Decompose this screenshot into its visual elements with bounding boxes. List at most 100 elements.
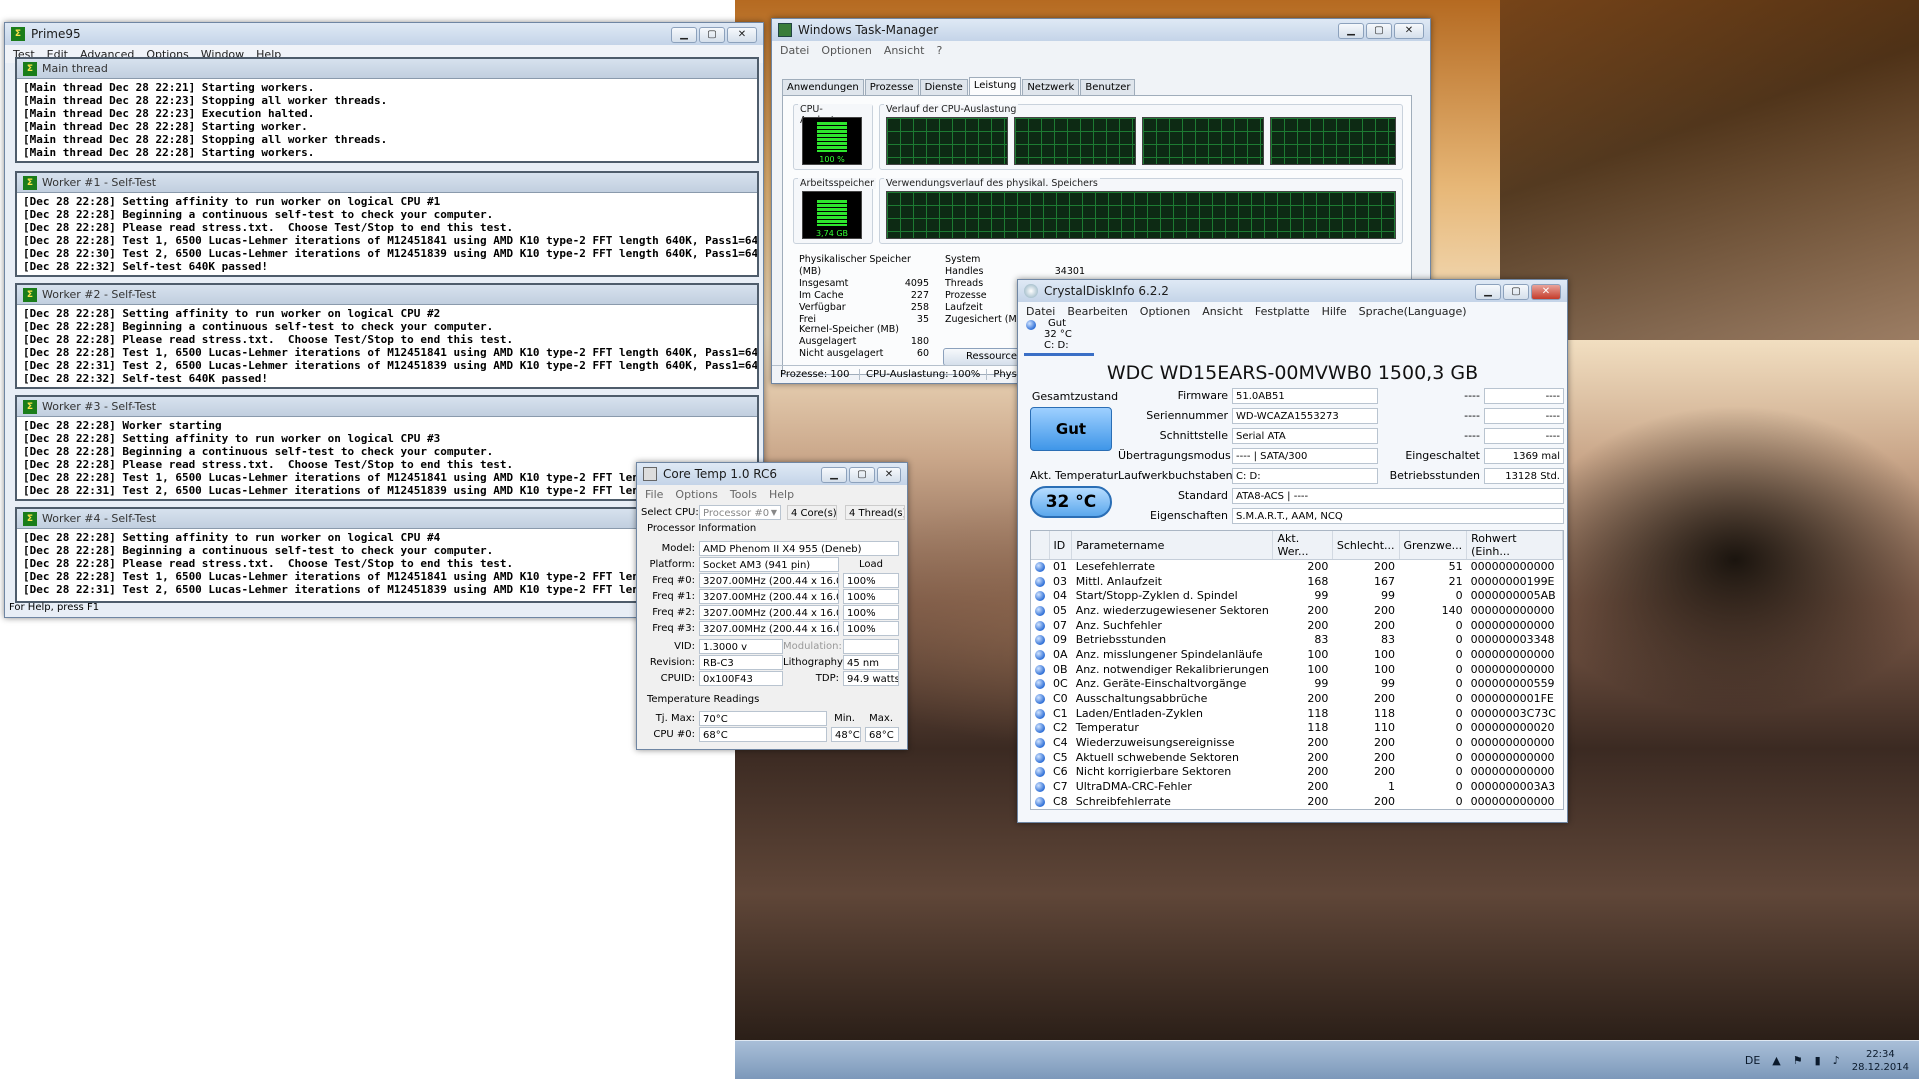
smart-status-cell (1031, 736, 1049, 751)
smart-row[interactable]: 0B Anz. notwendiger Rekalibrierungen 100 10… (1031, 662, 1563, 677)
task-manager-app-icon (778, 23, 792, 37)
processor-select[interactable]: Processor #0 ▼ (699, 505, 781, 520)
menu-item-optionen[interactable]: Optionen (1140, 305, 1190, 318)
menu-item-tools[interactable]: Tools (730, 488, 757, 501)
cpu-core-3-graph (1270, 117, 1396, 165)
smart-row[interactable]: C8 Schreibfehlerrate 200 200 0 000000000000 (1031, 795, 1563, 810)
close-button[interactable]: ✕ (877, 467, 901, 483)
smart-cell: Temperatur (1075, 721, 1139, 735)
smart-row[interactable]: 09 Betriebsstunden 83 83 0 000000003348 (1031, 633, 1563, 648)
smart-row[interactable]: 03 Mittl. Anlaufzeit 168 167 21 00000000199E (1031, 574, 1563, 589)
smart-row[interactable]: 0A Anz. misslungener Spindelanläufe 100 100… (1031, 648, 1563, 663)
smart-column-header[interactable]: Akt. Wer... (1272, 531, 1333, 560)
prime95-app-icon: Σ (23, 287, 37, 302)
smart-row[interactable]: 05 Anz. wiederzugewiesener Sektoren 200 200… (1031, 604, 1563, 619)
worker-pane-header[interactable]: Σ Worker #1 - Self-Test (17, 173, 757, 193)
menu-item-optionen[interactable]: Optionen (821, 44, 871, 57)
smart-column-header[interactable]: ID (1049, 531, 1073, 560)
physical-memory-stats: Physikalischer Speicher (MB) Insgesamt 409… (799, 254, 929, 326)
smart-column-header[interactable]: Schlecht... (1332, 531, 1400, 560)
action-center-flag-icon[interactable]: ⚑ (1793, 1054, 1803, 1067)
menu-item-hilfe[interactable]: Hilfe (1322, 305, 1347, 318)
menu-item-ansicht[interactable]: Ansicht (1202, 305, 1243, 318)
menu-item-ansicht[interactable]: Ansicht (884, 44, 925, 57)
smart-row[interactable]: C6 Nicht korrigierbare Sektoren 200 200 0 000… (1031, 765, 1563, 780)
smart-row[interactable]: C0 Ausschaltungsabbrüche 200 200 0 0000000001… (1031, 692, 1563, 707)
smart-cell: 200 (1374, 750, 1395, 764)
smart-column-header[interactable]: Grenzwe... (1399, 531, 1468, 560)
stats-heading: Kernel-Speicher (MB) (799, 324, 899, 335)
close-button[interactable]: ✕ (1531, 284, 1561, 300)
disk-info-label: Eigenschaften (1150, 509, 1228, 522)
status-dot-icon (1035, 664, 1045, 675)
menu-item-file[interactable]: File (645, 488, 663, 501)
status-dot-icon (1035, 562, 1045, 573)
prime95-titlebar[interactable]: Σ Prime95 ▁ ▢ ✕ (5, 23, 763, 45)
minimize-button[interactable]: ▁ (821, 467, 847, 483)
menu-item-datei[interactable]: Datei (780, 44, 809, 57)
menu-item-bearbeiten[interactable]: Bearbeiten (1067, 305, 1127, 318)
smart-cell: 200 (1307, 692, 1329, 706)
close-button[interactable]: ✕ (1394, 23, 1424, 39)
menu-item-datei[interactable]: Datei (1026, 305, 1055, 318)
smart-row[interactable]: C5 Aktuell schwebende Sektoren 200 200 0 0000… (1031, 750, 1563, 765)
smart-row[interactable]: C2 Temperatur 118 110 0 000000000020 (1031, 721, 1563, 736)
maximize-button[interactable]: ▢ (1366, 23, 1392, 39)
smart-cell: 200 (1307, 560, 1329, 574)
cpu-field-value: 3207.00MHz (200.44 x 16.0) (699, 605, 839, 620)
menu-item-help[interactable]: Help (769, 488, 794, 501)
disk-selector[interactable]: Gut 32 °C C: D: (1024, 318, 1094, 356)
show-hidden-icons-icon[interactable]: ▲ (1772, 1054, 1780, 1067)
smart-cell: 0 (1455, 692, 1463, 706)
minimize-button[interactable]: ▁ (1475, 284, 1501, 300)
smart-status-cell (1031, 589, 1049, 604)
core-temp-titlebar[interactable]: Core Temp 1.0 RC6 ▁ ▢ ✕ (637, 463, 907, 485)
worker-pane-header[interactable]: Σ Worker #2 - Self-Test (17, 285, 757, 305)
crystaldiskinfo-title: CrystalDiskInfo 6.2.2 (1044, 284, 1169, 298)
smart-row[interactable]: C4 Wiederzuweisungsereignisse 200 200 0 00000… (1031, 736, 1563, 751)
menu-item-options[interactable]: Options (675, 488, 717, 501)
threads-count: 4 Thread(s) (845, 505, 905, 520)
smart-cell: Betriebsstunden (1075, 633, 1167, 647)
network-icon[interactable]: ▮ (1815, 1054, 1821, 1067)
maximize-button[interactable]: ▢ (1503, 284, 1529, 300)
smart-cell: 000000000559 (1470, 677, 1555, 691)
smart-row[interactable]: C7 UltraDMA-CRC-Fehler 200 1 0 0000000003A3 (1031, 780, 1563, 795)
close-button[interactable]: ✕ (727, 27, 757, 43)
smart-row[interactable]: 04 Start/Stopp-Zyklen d. Spindel 99 99 0 0000… (1031, 589, 1563, 604)
crystaldiskinfo-titlebar[interactable]: CrystalDiskInfo 6.2.2 ▁ ▢ ✕ (1018, 280, 1567, 302)
cpu0-temp-value: 68°C (699, 727, 827, 742)
health-status-button[interactable]: Gut (1030, 407, 1112, 451)
smart-row[interactable]: C1 Laden/Entladen-Zyklen 118 118 0 00000003C7… (1031, 706, 1563, 721)
smart-status-cell (1031, 706, 1049, 721)
worker-pane-header[interactable]: Σ Worker #3 - Self-Test (17, 397, 757, 417)
smart-cell: 000000000000 (1470, 603, 1555, 617)
stats-label: Handles (945, 266, 984, 277)
menu-item-festplatte[interactable]: Festplatte (1255, 305, 1310, 318)
cpu-field-label: Lithography: (783, 657, 846, 668)
smart-row[interactable]: 01 Lesefehlerrate 200 200 51 000000000000 (1031, 560, 1563, 575)
smart-cell: 000000000000 (1470, 560, 1555, 574)
maximize-button[interactable]: ▢ (699, 27, 725, 43)
stats-value: 258 (910, 302, 929, 313)
minimize-button[interactable]: ▁ (671, 27, 697, 43)
smart-column-header[interactable] (1031, 531, 1050, 560)
minimize-button[interactable]: ▁ (1338, 23, 1364, 39)
menu-item-sprache-language-[interactable]: Sprache(Language) (1359, 305, 1467, 318)
tab-leistung[interactable]: Leistung (968, 77, 1022, 95)
maximize-button[interactable]: ▢ (849, 467, 875, 483)
processes-count: Prozesse: 100 (772, 369, 860, 380)
smart-column-header[interactable]: Rohwert (Einh... (1466, 531, 1563, 560)
clock[interactable]: 22:34 28.12.2014 (1852, 1048, 1909, 1074)
task-manager-titlebar[interactable]: Windows Task-Manager ▁ ▢ ✕ (772, 19, 1430, 41)
worker-pane-header[interactable]: Σ Main thread (17, 59, 757, 79)
language-indicator[interactable]: DE (1745, 1054, 1760, 1067)
smart-column-header[interactable]: Parametername (1071, 531, 1274, 560)
smart-row[interactable]: 0C Anz. Geräte-Einschaltvorgänge 99 99 0 0000… (1031, 677, 1563, 692)
prime95-app-icon: Σ (23, 399, 37, 414)
tjmax-label: Tj. Max: (655, 713, 695, 724)
volume-icon[interactable]: ♪ (1833, 1054, 1840, 1067)
smart-row[interactable]: 07 Anz. Suchfehler 200 200 0 000000000000 (1031, 618, 1563, 633)
menu-item--[interactable]: ? (936, 44, 942, 57)
smart-cell: 0A (1053, 647, 1068, 661)
